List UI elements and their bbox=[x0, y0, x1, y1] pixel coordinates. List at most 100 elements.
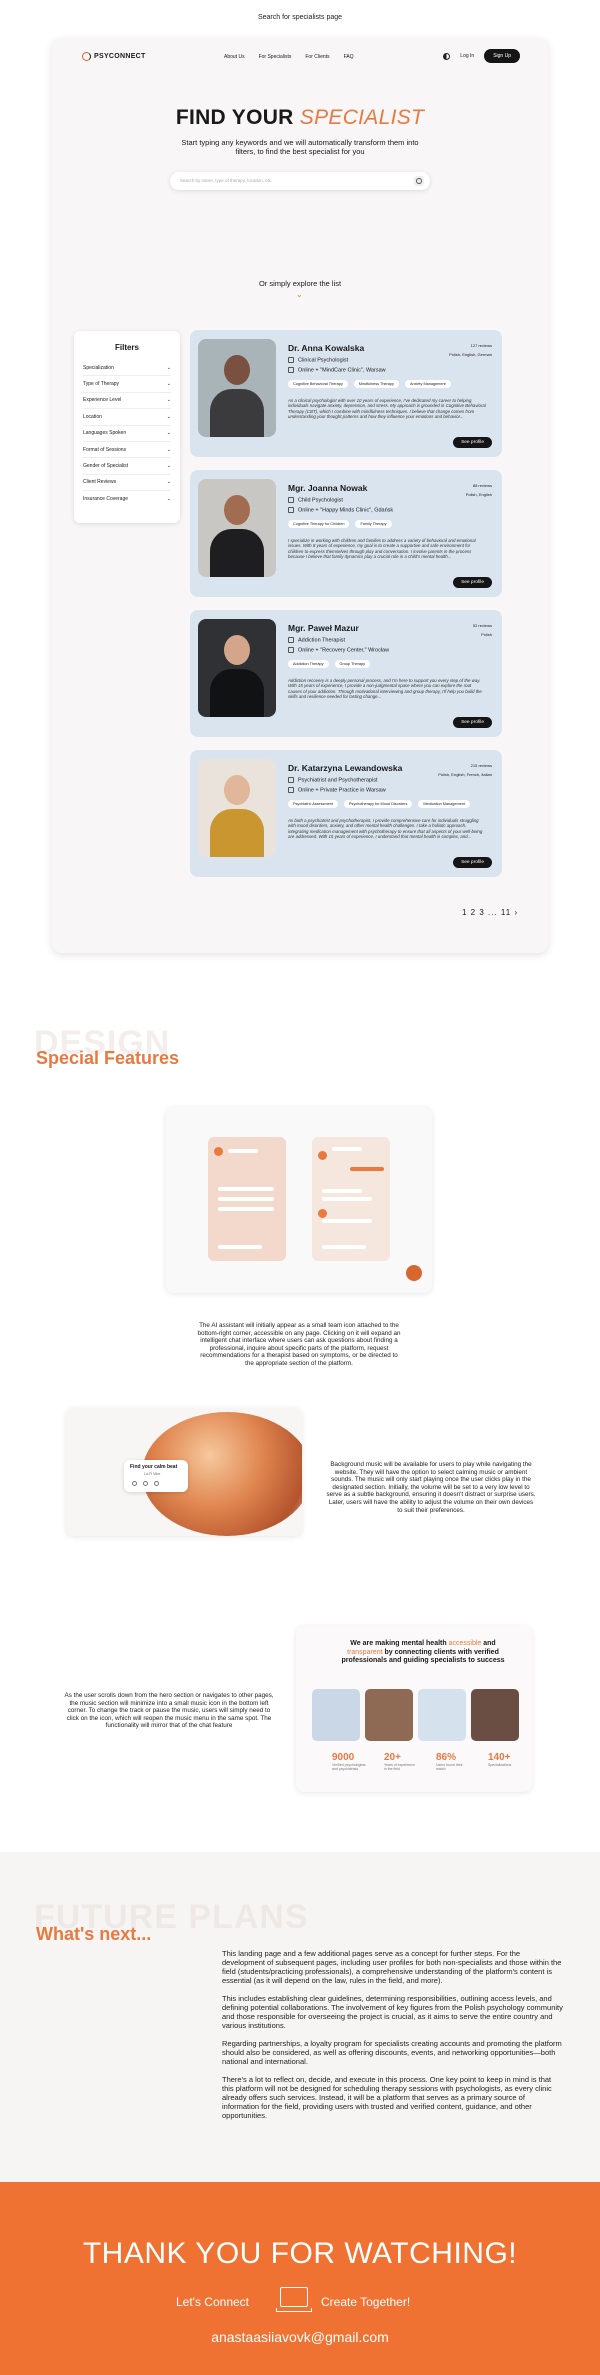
filter-languages[interactable]: Languages Spoken ⌄ bbox=[83, 426, 171, 442]
briefcase-icon bbox=[288, 497, 294, 503]
specialist-photo bbox=[198, 339, 276, 437]
therapy-tag[interactable]: Medication Management bbox=[418, 800, 470, 808]
future-plans-text: This landing page and a few additional p… bbox=[222, 1949, 564, 2129]
specialist-photo bbox=[198, 759, 276, 857]
specialist-photo bbox=[198, 479, 276, 577]
play-icon[interactable] bbox=[143, 1481, 148, 1486]
nav-faq[interactable]: FAQ bbox=[344, 54, 354, 60]
filter-label: Type of Therapy bbox=[83, 381, 120, 388]
filter-reviews[interactable]: Client Reviews ⌄ bbox=[83, 475, 171, 492]
therapy-tag[interactable]: Anxiety Management bbox=[404, 380, 451, 388]
music-player-mockup: Find your calm beat Lo-Fi Vibe bbox=[66, 1408, 302, 1536]
filter-specialization[interactable]: Specialization ⌄ bbox=[83, 360, 171, 377]
player-track: Lo-Fi Vibe bbox=[144, 1472, 161, 1476]
stat-item: 9000 Verified psychologists and psychiatr… bbox=[332, 1752, 366, 1771]
filter-experience[interactable]: Experience Level ⌄ bbox=[83, 393, 171, 410]
role-text: Psychiatrist and Psychotherapist bbox=[298, 777, 378, 784]
stat-value: 140+ bbox=[488, 1752, 511, 1763]
chevron-down-icon: ⌄ bbox=[166, 397, 171, 404]
stat-value: 20+ bbox=[384, 1752, 401, 1763]
see-profile-button[interactable]: See profile bbox=[453, 717, 492, 728]
therapy-tag[interactable]: Cognitive Behavioral Therapy bbox=[288, 380, 348, 388]
filter-label: Location bbox=[83, 413, 102, 420]
specialist-card: Mgr. Joanna Nowak 88 reviews Polish, Eng… bbox=[190, 470, 502, 597]
theme-toggle-icon[interactable] bbox=[443, 52, 451, 60]
specialist-name: Dr. Katarzyna Lewandowska bbox=[288, 763, 403, 773]
filter-location[interactable]: Location ⌄ bbox=[83, 409, 171, 426]
location-icon bbox=[288, 507, 294, 513]
specialist-card: Dr. Katarzyna Lewandowska 215 reviews Po… bbox=[190, 750, 502, 877]
therapy-tag[interactable]: Family Therapy bbox=[355, 520, 392, 528]
stat-label: Users found their match bbox=[436, 1763, 463, 1771]
therapy-tag[interactable]: Cognitive Therapy for Children bbox=[288, 520, 350, 528]
page-numbers[interactable]: 1 2 3 ... 11 bbox=[462, 908, 511, 917]
previous-icon[interactable] bbox=[132, 1481, 137, 1486]
mission-heading: We are making mental health accessible a… bbox=[338, 1640, 508, 1666]
specialist-card: Mgr. Paweł Mazur 52 reviews Polish Addic… bbox=[190, 610, 502, 737]
specialist-location: Online + "Recovery Center," Wrocław bbox=[288, 647, 389, 653]
hero-title: FIND YOUR SPECIALIST bbox=[52, 106, 548, 130]
paragraph: There's a lot to reflect on, decide, and… bbox=[222, 2075, 552, 2120]
nav-for-specialists[interactable]: For Specialists bbox=[259, 54, 292, 60]
briefcase-icon bbox=[288, 637, 294, 643]
place-text: Online + Private Practice in Warsaw bbox=[298, 787, 386, 794]
role-text: Clinical Psychologist bbox=[298, 357, 349, 364]
info-card bbox=[312, 1689, 360, 1741]
filter-gender[interactable]: Gender of Specialist ⌄ bbox=[83, 458, 171, 475]
therapy-tag[interactable]: Psychotherapy for Mood Disorders bbox=[343, 800, 413, 808]
thanks-section: THANK YOU FOR WATCHING! Let's Connect Cr… bbox=[0, 2182, 600, 2375]
therapy-tag[interactable]: Psychiatric Assessment bbox=[288, 800, 338, 808]
logo[interactable]: PSYCONNECT bbox=[82, 52, 146, 61]
filter-format[interactable]: Format of Sessions ⌄ bbox=[83, 442, 171, 459]
mission-accent: accessible bbox=[448, 1640, 482, 1647]
pagination[interactable]: 1 2 3 ... 11 › bbox=[462, 908, 518, 917]
nav-about[interactable]: About Us bbox=[224, 54, 245, 60]
paragraph: This includes establishing clear guideli… bbox=[222, 1994, 563, 2030]
filter-label: Gender of Specialist bbox=[83, 463, 129, 470]
explore-text: Or simply explore the list bbox=[258, 279, 342, 288]
contact-email[interactable]: anastaasiiavovk@gmail.com bbox=[0, 2329, 600, 2345]
search-page-mockup: PSYCONNECT About Us For Specialists For … bbox=[52, 38, 548, 953]
reviews-count[interactable]: 127 reviews bbox=[471, 343, 492, 348]
see-profile-button[interactable]: See profile bbox=[453, 577, 492, 588]
scroll-description: As the user scrolls down from the hero s… bbox=[64, 1692, 274, 1730]
next-icon[interactable] bbox=[154, 1481, 159, 1486]
nav-for-clients[interactable]: For Clients bbox=[305, 54, 329, 60]
specialist-photo bbox=[198, 619, 276, 717]
filter-insurance[interactable]: Insurance Coverage ⌄ bbox=[83, 491, 171, 507]
chevron-down-icon[interactable]: ⌄ bbox=[296, 290, 303, 299]
search-icon[interactable] bbox=[414, 176, 424, 186]
chevron-down-icon: ⌄ bbox=[166, 463, 171, 470]
role-text: Child Psychologist bbox=[298, 497, 343, 504]
stat-label: Specializations bbox=[488, 1763, 512, 1767]
mission-accent: transparent bbox=[347, 1648, 383, 1656]
thanks-title: THANK YOU FOR WATCHING! bbox=[82, 2237, 518, 2270]
therapy-tag[interactable]: Addiction Therapy bbox=[288, 660, 329, 668]
chat-launcher-icon[interactable] bbox=[406, 1265, 422, 1281]
therapy-tag[interactable]: Mindfulness Therapy bbox=[353, 380, 399, 388]
reviews-count[interactable]: 52 reviews bbox=[473, 623, 492, 628]
filter-therapy-type[interactable]: Type of Therapy ⌄ bbox=[83, 376, 171, 393]
filter-label: Specialization bbox=[83, 364, 114, 371]
place-text: Online + "Recovery Center," Wrocław bbox=[298, 647, 390, 654]
reviews-count[interactable]: 215 reviews bbox=[471, 763, 492, 768]
signup-button[interactable]: Sign Up bbox=[484, 49, 520, 63]
chat-screen-collapsed bbox=[208, 1137, 286, 1261]
therapy-tag[interactable]: Group Therapy bbox=[334, 660, 371, 668]
stat-item: 140+ Specializations bbox=[488, 1752, 522, 1771]
filters-panel: Filters Specialization ⌄ Type of Therapy ⌄… bbox=[74, 331, 180, 523]
reviews-count[interactable]: 88 reviews bbox=[473, 483, 492, 488]
search-input[interactable]: Search by name, type of therapy, locatio… bbox=[170, 172, 430, 190]
stat-item: 20+ Years of experience in the field bbox=[384, 1752, 418, 1771]
login-link[interactable]: Log In bbox=[460, 53, 474, 59]
see-profile-button[interactable]: See profile bbox=[453, 857, 492, 868]
specialist-card: Dr. Anna Kowalska 127 reviews Polish, En… bbox=[190, 330, 502, 457]
ai-assistant-mockup bbox=[166, 1107, 432, 1293]
see-profile-button[interactable]: See profile bbox=[453, 437, 492, 448]
location-icon bbox=[288, 647, 294, 653]
assistant-avatar-icon bbox=[318, 1151, 327, 1160]
specialist-role: Psychiatrist and Psychotherapist bbox=[288, 777, 377, 783]
music-player[interactable]: Find your calm beat Lo-Fi Vibe bbox=[124, 1460, 188, 1492]
next-page-icon[interactable]: › bbox=[514, 908, 518, 917]
photo-card bbox=[471, 1689, 519, 1741]
